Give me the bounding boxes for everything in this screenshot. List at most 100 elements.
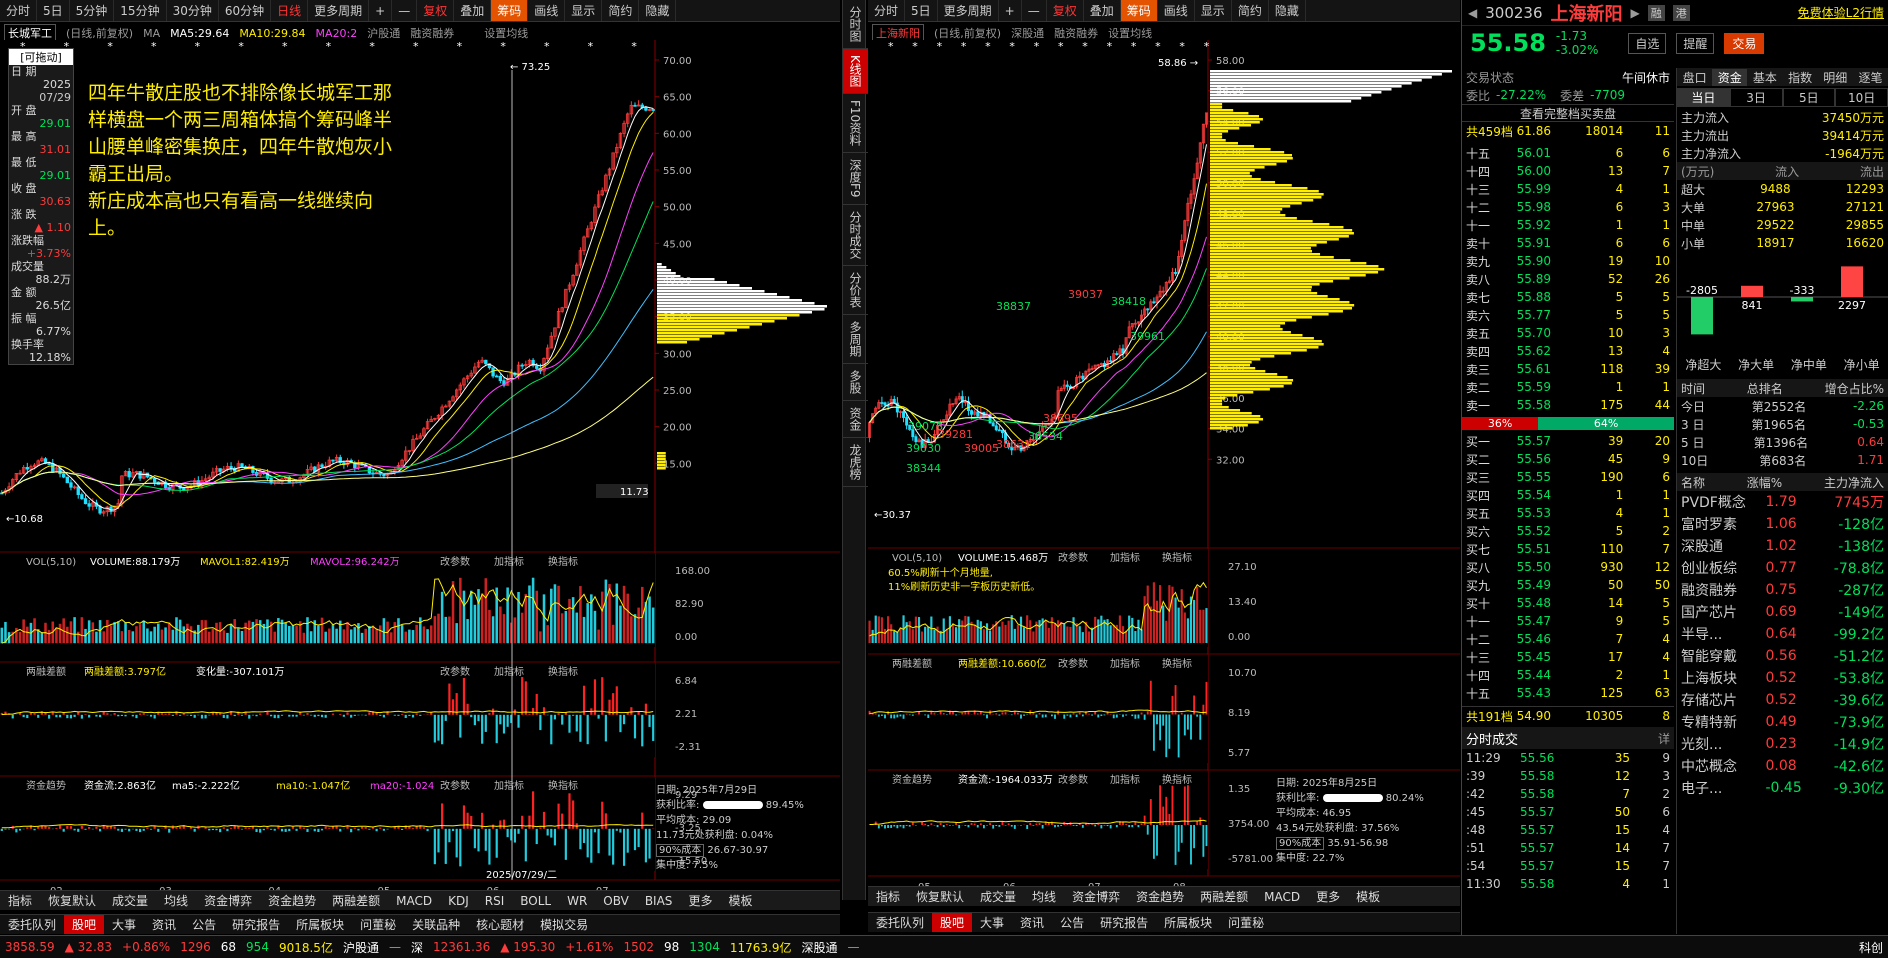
bottom-tab[interactable]: 均线 (1024, 887, 1064, 906)
toolbar-item[interactable]: 更多周期 (938, 0, 999, 21)
block-row[interactable]: 融资融券 0.75 -287亿 (1677, 579, 1888, 601)
toolbar-item[interactable]: 复权 (417, 0, 455, 21)
block-row[interactable]: 富时罗素 1.06 -128亿 (1677, 513, 1888, 535)
book-row[interactable]: 十一 55.47 9 5 (1462, 612, 1674, 630)
event-star-icon[interactable]: * (912, 40, 918, 53)
bottom-tab[interactable]: KDJ (440, 891, 477, 910)
vtab-item[interactable]: 分时图 (843, 0, 868, 49)
book-row[interactable]: 十三 55.99 4 1 (1462, 180, 1674, 198)
bottom-tab[interactable]: MACD (1256, 887, 1308, 906)
bottom-tab[interactable]: 模板 (1348, 887, 1388, 906)
param-button[interactable]: 换指标 (1162, 551, 1192, 564)
bottom-tab[interactable]: 核心题材 (468, 915, 532, 934)
toolbar-item[interactable]: 30分钟 (167, 0, 219, 21)
event-star-icon[interactable]: * (588, 40, 594, 53)
book-total[interactable]: 共459档 61.86 18014 11 (1462, 122, 1674, 140)
param-button[interactable]: 加指标 (494, 779, 524, 792)
bottom-tab[interactable]: WR (559, 891, 595, 910)
param-button[interactable]: 加指标 (1110, 551, 1140, 564)
book-row[interactable]: 十四 55.44 2 1 (1462, 666, 1674, 684)
bottom-tab[interactable]: BIAS (637, 891, 681, 910)
param-button[interactable]: 改参数 (440, 665, 470, 678)
book-row[interactable]: 买五 55.53 4 1 (1462, 504, 1674, 522)
trade-button[interactable]: 交易 (1724, 32, 1765, 54)
set-ma-button-right[interactable]: 设置均线 (1108, 25, 1152, 41)
toolbar-item[interactable]: 显示 (1195, 0, 1232, 21)
fund-period[interactable]: 10日 (1835, 87, 1888, 107)
event-star-icon[interactable]: * (888, 40, 894, 53)
vtab-item[interactable]: 龙虎榜 (843, 438, 868, 487)
ticks-more[interactable]: 详 (1658, 730, 1670, 747)
bottom-tab[interactable]: 大事 (104, 915, 144, 934)
next-stock-icon[interactable]: ▶ (1631, 6, 1640, 20)
book-row[interactable]: 十五 56.01 6 6 (1462, 144, 1674, 162)
event-star-icon[interactable]: * (631, 40, 637, 53)
block-row[interactable]: 专精特新 0.49 -73.9亿 (1677, 711, 1888, 733)
book-row[interactable]: 卖二 55.59 1 1 (1462, 378, 1674, 396)
bottom-tab[interactable]: 资讯 (144, 915, 184, 934)
vtab-item[interactable]: K线图 (843, 49, 868, 94)
event-star-icon[interactable]: * (1155, 40, 1161, 53)
fund-tab[interactable]: 指数 (1783, 69, 1818, 86)
book-row[interactable]: 买七 55.51 110 7 (1462, 540, 1674, 558)
bottom-tab[interactable]: 研究报告 (1092, 913, 1156, 932)
event-star-icon[interactable]: * (961, 40, 967, 53)
toolbar-item[interactable]: 60分钟 (219, 0, 272, 21)
bottom-tab[interactable]: 成交量 (972, 887, 1024, 906)
bottom-tab[interactable]: 资金博弈 (196, 891, 260, 910)
param-button[interactable]: 换指标 (548, 555, 578, 568)
book-row[interactable]: 十五 55.43 125 63 (1462, 684, 1674, 702)
block-row[interactable]: 深股通 1.02 -138亿 (1677, 535, 1888, 557)
bottom-tab[interactable]: 更多 (1308, 887, 1348, 906)
vtab-item[interactable]: 资金 (843, 401, 868, 438)
book-row[interactable]: 买四 55.54 1 1 (1462, 486, 1674, 504)
bottom-tab[interactable]: 大事 (972, 913, 1012, 932)
toolbar-item[interactable]: 隐藏 (639, 0, 677, 21)
param-button[interactable]: 改参数 (1058, 773, 1088, 786)
param-button[interactable]: 改参数 (1058, 551, 1088, 564)
bottom-tab[interactable]: 公告 (1052, 913, 1092, 932)
drag-label[interactable]: [可拖动] (9, 49, 73, 65)
event-star-icon[interactable]: * (1034, 40, 1040, 53)
bottom-tab[interactable]: 资金趋势 (1128, 887, 1192, 906)
vtab-item[interactable]: 深度F9 (843, 153, 868, 205)
toolbar-item[interactable]: 分时 (0, 0, 38, 21)
toolbar-item[interactable]: 更多周期 (308, 0, 370, 21)
vtab-item[interactable]: 多周期 (843, 315, 868, 364)
toolbar-item[interactable]: + (999, 0, 1022, 21)
event-star-icon[interactable]: * (107, 40, 113, 53)
bottom-tab[interactable]: 资金博弈 (1064, 887, 1128, 906)
toolbar-item[interactable]: 叠加 (454, 0, 492, 21)
book-row[interactable]: 卖十 55.91 6 6 (1462, 234, 1674, 252)
event-star-icon[interactable]: * (195, 40, 201, 53)
block-row[interactable]: 上海板块 0.52 -53.8亿 (1677, 667, 1888, 689)
param-button[interactable]: 改参数 (440, 555, 470, 568)
book-row[interactable]: 买二 55.56 45 9 (1462, 450, 1674, 468)
block-row[interactable]: 国产芯片 0.69 -149亿 (1677, 601, 1888, 623)
bottom-tab[interactable]: 模板 (720, 891, 760, 910)
book-row[interactable]: 十一 55.92 1 1 (1462, 216, 1674, 234)
fund-tab[interactable]: 盘口 (1677, 69, 1712, 86)
block-row[interactable]: 存储芯片 0.52 -39.6亿 (1677, 689, 1888, 711)
bottom-tab[interactable]: BOLL (512, 891, 559, 910)
bottom-tab[interactable]: 指标 (868, 887, 908, 906)
bottom-tab[interactable]: 资金趋势 (260, 891, 324, 910)
toolbar-item[interactable]: 5日 (905, 0, 938, 21)
event-star-icon[interactable]: * (413, 40, 419, 53)
toolbar-item[interactable]: 5日 (37, 0, 70, 21)
vtab-item[interactable]: F10资料 (843, 94, 868, 154)
bottom-tab[interactable]: 问董秘 (352, 915, 404, 934)
fund-tab[interactable]: 逐笔 (1853, 69, 1888, 86)
event-star-icon[interactable]: * (369, 40, 375, 53)
bottom-tab[interactable]: 模拟交易 (532, 915, 596, 934)
event-star-icon[interactable]: * (1082, 40, 1088, 53)
event-star-icon[interactable]: * (1009, 40, 1015, 53)
book-row[interactable]: 卖三 55.61 118 39 (1462, 360, 1674, 378)
bottom-tab[interactable]: 两融差额 (1192, 887, 1256, 906)
toolbar-item[interactable]: — (1022, 0, 1047, 21)
event-star-icon[interactable]: * (1107, 40, 1113, 53)
bottom-tab[interactable]: 关联品种 (404, 915, 468, 934)
param-button[interactable]: 改参数 (440, 779, 470, 792)
bottom-tab[interactable]: 恢复默认 (908, 887, 972, 906)
fund-period[interactable]: 5日 (1782, 87, 1836, 107)
